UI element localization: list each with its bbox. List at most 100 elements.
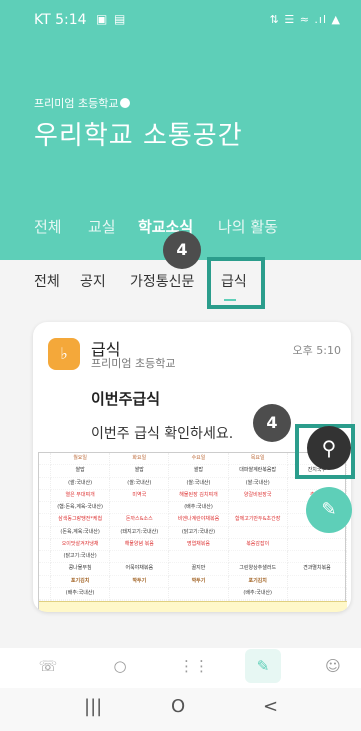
menu-cell: (돼지고기:국내산): [110, 526, 170, 539]
menu-cell: [110, 587, 170, 600]
menu-cell: (돈육,계육:국내산): [51, 526, 111, 539]
grid-icon[interactable]: ⋮⋮: [179, 654, 209, 678]
chat-icon[interactable]: ○: [108, 654, 132, 678]
step-badge: 4: [163, 231, 201, 269]
tab-classroom[interactable]: 교실: [88, 216, 116, 237]
menu-cell: 대파쌀계란볶음밥: [228, 465, 288, 478]
step-badge: 4: [253, 404, 291, 442]
search-button[interactable]: ⚲: [307, 426, 351, 470]
menu-cell: 쌀밥: [51, 465, 111, 478]
subtab-all[interactable]: 전체: [34, 271, 60, 291]
gallery-icon: ▤: [114, 12, 126, 26]
menu-cell: 포기김치: [228, 575, 288, 588]
android-nav: ||| O <: [0, 688, 361, 731]
bottom-nav: ☏ ○ ⋮⋮ ✎ ☺: [0, 648, 361, 688]
post-body: 이번주 급식 확인하세요.: [91, 426, 234, 442]
menu-row-marker: [39, 575, 51, 588]
home-button[interactable]: O: [171, 696, 185, 717]
pencil-icon[interactable]: ✎: [245, 649, 281, 683]
menu-row-marker: [39, 538, 51, 551]
school-label: 프리미엄 초등학교: [34, 95, 131, 111]
menu-cell: 볶음감잡이: [228, 538, 288, 551]
phone-icon[interactable]: ☏: [36, 654, 60, 678]
recent-apps-button[interactable]: |||: [84, 696, 102, 717]
menu-cell: 함께고기만두&초간장: [228, 514, 288, 527]
menu-cell: 오이맛살겨자냉채: [51, 538, 111, 551]
menu-cell: [287, 551, 347, 564]
menu-cell: 해물된장 김치찌개: [169, 489, 229, 502]
menu-day-header: 화요일: [110, 453, 170, 466]
menu-cell: 명엽채볶음: [169, 538, 229, 551]
menu-cell: (햄:돈육,계육-국내산): [51, 502, 111, 515]
highlight-box: [207, 257, 265, 309]
subtab-notice[interactable]: 공지: [80, 271, 106, 291]
status-time: KT 5:14: [34, 12, 87, 28]
menu-corner: [39, 453, 51, 466]
menu-row-marker: [39, 587, 51, 600]
menu-cell: (배추:국내산): [51, 587, 111, 600]
menu-row-marker: [39, 477, 51, 490]
menu-footer: [39, 601, 347, 612]
menu-cell: 쌀밥: [110, 465, 170, 478]
menu-cell: [110, 551, 170, 564]
menu-row-marker: [39, 563, 51, 576]
menu-cell: 견과멸치볶음: [287, 563, 347, 576]
menu-cell: 포기김치: [51, 575, 111, 588]
menu-cell: (배추:국내산): [228, 587, 288, 600]
menu-cell: (쌀:국내산): [51, 477, 111, 490]
menu-cell: [169, 551, 229, 564]
menu-cell: 깍두기: [110, 575, 170, 588]
menu-row-marker: [39, 526, 51, 539]
menu-day-header: 목요일: [228, 453, 288, 466]
menu-cell: (쌀:국내산): [110, 477, 170, 490]
menu-day-header: 수요일: [169, 453, 229, 466]
menu-cell: (닭고기:국내산): [51, 551, 111, 564]
status-bar: KT 5:14 ▣ ▤ ⇅ ☰ ≈ .ıl ▲: [0, 0, 361, 40]
menu-cell: [228, 551, 288, 564]
subtab-newsletter[interactable]: 가정통신문: [130, 271, 194, 291]
menu-row-marker: [39, 514, 51, 527]
post-school: 프리미엄 초등학교: [91, 357, 176, 370]
menu-cell: [228, 526, 288, 539]
meal-icon: ♭: [48, 338, 80, 370]
menu-day-header: 월요일: [51, 453, 111, 466]
menu-cell: (쌀:국내산): [169, 477, 229, 490]
menu-cell: 돈까스&소스: [110, 514, 170, 527]
menu-cell: 깍두기: [169, 575, 229, 588]
post-title: 이번주급식: [91, 390, 161, 408]
menu-cell: 어묵야채볶음: [110, 563, 170, 576]
tab-all[interactable]: 전체: [34, 216, 62, 237]
menu-cell: (배추:국내산): [169, 502, 229, 515]
menu-row-marker: [39, 502, 51, 515]
menu-cell: 비엔나계란야채볶음: [169, 514, 229, 527]
menu-cell: 양갈비된장국: [228, 489, 288, 502]
menu-cell: [169, 587, 229, 600]
menu-cell: 삼색동그랑땡전*케첩: [51, 514, 111, 527]
menu-cell: 그린양상추샐러드: [228, 563, 288, 576]
menu-cell: (쌀:국내산): [228, 477, 288, 490]
app-header: KT 5:14 ▣ ▤ ⇅ ☰ ≈ .ıl ▲ 프리미엄 초등학교 우리학교 소…: [0, 0, 361, 260]
person-icon[interactable]: ☺: [321, 654, 345, 678]
menu-cell: (닭고기:국내산): [169, 526, 229, 539]
menu-cell: [287, 575, 347, 588]
search-icon: ⚲: [321, 436, 337, 460]
post-time: 오후 5:10: [292, 344, 341, 357]
menu-cell: [228, 502, 288, 515]
menu-row-marker: [39, 489, 51, 502]
menu-row-marker: [39, 465, 51, 478]
pencil-icon: ✎: [321, 499, 337, 520]
menu-cell: 쌀밥: [169, 465, 229, 478]
tab-my-activity[interactable]: 나의 활동: [218, 216, 278, 237]
menu-row-marker: [39, 551, 51, 564]
image-icon: ▣: [96, 12, 108, 26]
menu-cell: 미역국: [110, 489, 170, 502]
write-button[interactable]: ✎: [306, 487, 352, 533]
page-title: 우리학교 소통공간: [34, 121, 243, 151]
menu-cell: 열은 부대찌개: [51, 489, 111, 502]
menu-cell: 콩나물무침: [51, 563, 111, 576]
menu-cell: [287, 538, 347, 551]
menu-cell: [287, 587, 347, 600]
menu-cell: 해물양념 볶음: [110, 538, 170, 551]
back-button[interactable]: <: [263, 696, 278, 717]
signal-icons: ⇅ ☰ ≈ .ıl ▲: [269, 13, 341, 26]
